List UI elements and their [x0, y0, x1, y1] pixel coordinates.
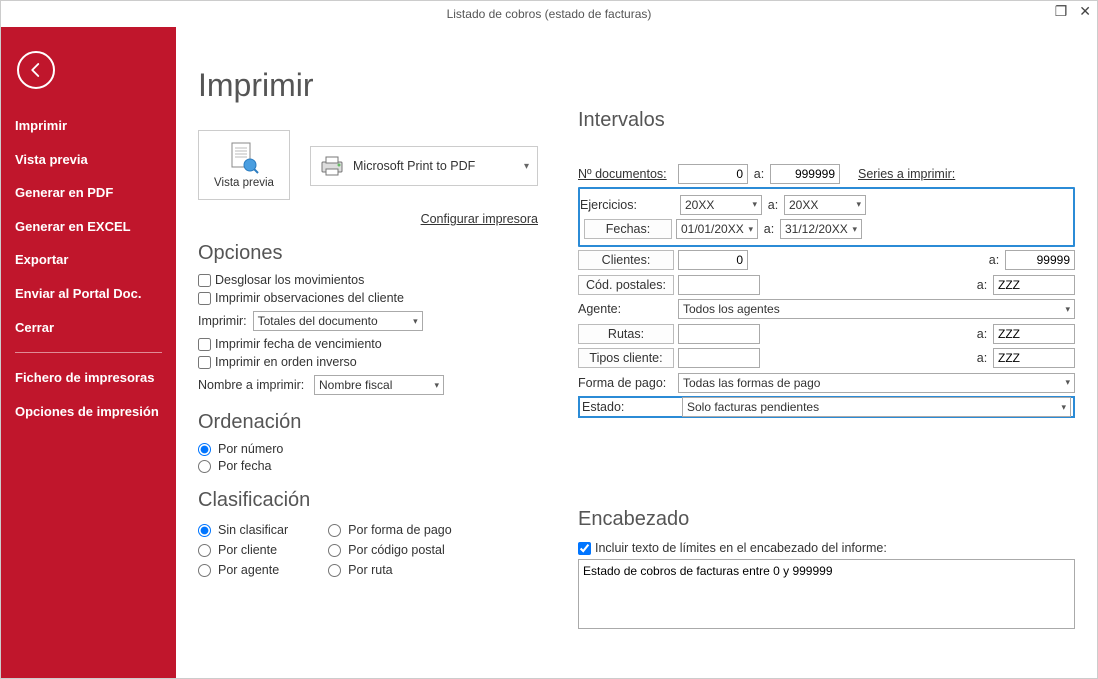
preview-button-label: Vista previa [214, 177, 274, 189]
chk-fecha-venc[interactable] [198, 338, 211, 351]
lbl-fecha-venc: Imprimir fecha de vencimiento [215, 337, 382, 351]
input-codpost-to[interactable] [993, 275, 1075, 295]
input-rutas-to[interactable] [993, 324, 1075, 344]
lbl-a7: a: [975, 351, 989, 365]
intervalos-title: Intervalos [578, 109, 1075, 132]
input-clientes-from[interactable] [678, 250, 748, 270]
lbl-nombre-imprimir: Nombre a imprimir: [198, 378, 308, 392]
dd-estado[interactable]: Solo facturas pendientes▾ [682, 397, 1071, 417]
btn-clientes[interactable]: Clientes: [578, 250, 674, 270]
btn-fechas[interactable]: Fechas: [584, 219, 672, 239]
radio-por-cliente[interactable] [198, 544, 211, 557]
chk-orden-inverso[interactable] [198, 356, 211, 369]
dd-fecha-from[interactable]: 01/01/20XX▾ [676, 219, 758, 239]
input-ndoc-to[interactable] [770, 164, 840, 184]
lbl-a5: a: [975, 278, 989, 292]
printer-icon [319, 155, 345, 177]
arrow-left-icon [27, 61, 45, 79]
clasificacion-title: Clasificación [198, 489, 538, 512]
window-restore-icon[interactable]: ❐ [1055, 3, 1068, 20]
lbl-observaciones: Imprimir observaciones del cliente [215, 291, 404, 305]
window-titlebar: Listado de cobros (estado de facturas) ❐… [1, 1, 1097, 27]
dd-ejercicio-to[interactable]: 20XX▾ [784, 195, 866, 215]
dd-agente[interactable]: Todos los agentes▾ [678, 299, 1075, 319]
radio-por-ruta[interactable] [328, 564, 341, 577]
chevron-down-icon: ▾ [434, 380, 439, 391]
window-close-icon[interactable]: ✕ [1079, 3, 1091, 20]
configure-printer-link[interactable]: Configurar impresora [198, 212, 538, 226]
radio-sin-clasificar[interactable] [198, 524, 211, 537]
lbl-forma-pago: Forma de pago: [578, 376, 674, 390]
sidebar-item-opciones[interactable]: Opciones de impresión [1, 395, 176, 429]
sidebar-divider [15, 352, 162, 353]
encabezado-title: Encabezado [578, 508, 1075, 531]
lbl-estado: Estado: [582, 400, 678, 414]
preview-button[interactable]: Vista previa [198, 130, 290, 200]
input-rutas-from[interactable] [678, 324, 760, 344]
lbl-ejercicios: Ejercicios: [580, 198, 676, 212]
input-tipos-to[interactable] [993, 348, 1075, 368]
sidebar-item-imprimir[interactable]: Imprimir [1, 109, 176, 143]
page-title: Imprimir [198, 67, 538, 104]
sidebar-item-cerrar[interactable]: Cerrar [1, 311, 176, 345]
sidebar-item-pdf[interactable]: Generar en PDF [1, 176, 176, 210]
document-magnify-icon [228, 141, 260, 175]
lbl-a2: a: [766, 198, 780, 212]
sidebar: Imprimir Vista previa Generar en PDF Gen… [1, 27, 176, 678]
sidebar-item-vista-previa[interactable]: Vista previa [1, 143, 176, 177]
lbl-desglosar: Desglosar los movimientos [215, 273, 364, 287]
lbl-a1: a: [752, 167, 766, 181]
lbl-imprimir: Imprimir: [198, 314, 247, 328]
printer-name: Microsoft Print to PDF [353, 159, 475, 173]
input-ndoc-from[interactable] [678, 164, 748, 184]
sidebar-item-fichero[interactable]: Fichero de impresoras [1, 361, 176, 395]
highlight-estado: Estado: Solo facturas pendientes▾ [578, 396, 1075, 418]
lbl-ndocumentos[interactable]: Nº documentos: [578, 167, 674, 181]
dd-ejercicio-from[interactable]: 20XX▾ [680, 195, 762, 215]
sidebar-item-excel[interactable]: Generar en EXCEL [1, 210, 176, 244]
btn-rutas[interactable]: Rutas: [578, 324, 674, 344]
series-link[interactable]: Series a imprimir: [858, 167, 955, 181]
radio-por-numero[interactable] [198, 443, 211, 456]
input-codpost-from[interactable] [678, 275, 760, 295]
printer-selector[interactable]: Microsoft Print to PDF ▾ [310, 146, 538, 186]
lbl-incluir-limites: Incluir texto de límites en el encabezad… [595, 541, 887, 555]
chevron-down-icon: ▾ [413, 316, 418, 327]
input-tipos-from[interactable] [678, 348, 760, 368]
chk-observaciones[interactable] [198, 292, 211, 305]
lbl-a4: a: [987, 253, 1001, 267]
btn-cod-postales[interactable]: Cód. postales: [578, 275, 674, 295]
radio-por-cod-postal[interactable] [328, 544, 341, 557]
chevron-down-icon: ▾ [524, 161, 529, 172]
sidebar-item-exportar[interactable]: Exportar [1, 243, 176, 277]
lbl-por-numero: Por número [218, 442, 283, 456]
chk-desglosar[interactable] [198, 274, 211, 287]
select-imprimir[interactable]: Totales del documento▾ [253, 311, 423, 331]
lbl-a6: a: [975, 327, 989, 341]
lbl-orden-inverso: Imprimir en orden inverso [215, 355, 357, 369]
lbl-por-fecha: Por fecha [218, 459, 272, 473]
window-title: Listado de cobros (estado de facturas) [447, 7, 652, 21]
select-nombre[interactable]: Nombre fiscal▾ [314, 375, 444, 395]
chk-incluir-limites[interactable] [578, 542, 591, 555]
input-clientes-to[interactable] [1005, 250, 1075, 270]
radio-por-agente[interactable] [198, 564, 211, 577]
input-encabezado-text[interactable] [578, 559, 1075, 629]
btn-tipos-cliente[interactable]: Tipos cliente: [578, 348, 674, 368]
lbl-agente: Agente: [578, 302, 674, 316]
radio-por-forma-pago[interactable] [328, 524, 341, 537]
highlight-ejercicios-fechas: Ejercicios: 20XX▾ a: 20XX▾ Fechas: 01/01… [578, 187, 1075, 247]
ordenacion-title: Ordenación [198, 411, 538, 434]
back-button[interactable] [17, 51, 55, 89]
dd-forma-pago[interactable]: Todas las formas de pago▾ [678, 373, 1075, 393]
dd-fecha-to[interactable]: 31/12/20XX▾ [780, 219, 862, 239]
sidebar-item-portal[interactable]: Enviar al Portal Doc. [1, 277, 176, 311]
radio-por-fecha[interactable] [198, 460, 211, 473]
opciones-title: Opciones [198, 242, 538, 265]
lbl-a3: a: [762, 222, 776, 236]
